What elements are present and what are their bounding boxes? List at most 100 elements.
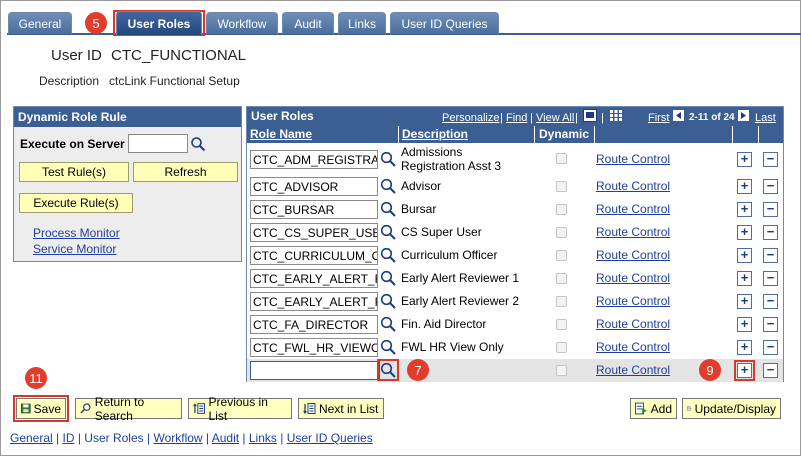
delete-row-button[interactable]: − <box>763 248 778 263</box>
dynamic-checkbox <box>556 273 567 284</box>
magnifier-icon[interactable] <box>379 315 397 333</box>
server-lookup-icon[interactable] <box>190 136 206 152</box>
callout-11: 11 <box>25 367 47 389</box>
bottom-link-general[interactable]: General <box>10 431 53 445</box>
magnifier-icon[interactable] <box>379 177 397 195</box>
tab-links[interactable]: Links <box>338 12 386 34</box>
save-label: Save <box>33 401 61 416</box>
role-name-input[interactable]: CTC_FWL_HR_VIEWO <box>250 338 378 357</box>
role-description: CS Super User <box>401 225 482 239</box>
add-button[interactable]: Add <box>630 398 677 419</box>
tab-user-roles[interactable]: User Roles <box>116 11 202 35</box>
save-button[interactable]: Save <box>16 398 66 419</box>
delete-row-button[interactable]: − <box>763 340 778 355</box>
personalize-link[interactable]: Personalize <box>442 112 499 124</box>
magnifier-icon[interactable] <box>379 292 397 310</box>
execute-on-server-input[interactable] <box>128 134 188 153</box>
dynamic-checkbox <box>556 227 567 238</box>
role-name-input[interactable]: CTC_BURSAR <box>250 200 378 219</box>
bottom-link-user-id-queries[interactable]: User ID Queries <box>287 431 373 445</box>
dynamic-checkbox <box>556 250 567 261</box>
next-in-list-button[interactable]: Next in List <box>298 398 384 419</box>
role-description: Admissions Registration Asst 3 <box>401 145 502 173</box>
view-all-link[interactable]: View All <box>536 112 574 124</box>
service-monitor-link[interactable]: Service Monitor <box>33 242 116 256</box>
add-row-button[interactable]: + <box>737 248 752 263</box>
return-to-search-button[interactable]: Return to Search <box>75 395 182 423</box>
table-row: CTC_BURSAR Bursar Route Control + − <box>247 198 783 221</box>
add-row-button[interactable]: + <box>737 317 752 332</box>
magnifier-icon[interactable] <box>379 269 397 287</box>
delete-row-button[interactable]: − <box>763 152 778 167</box>
role-name-input[interactable]: CTC_FA_DIRECTOR <box>250 315 378 334</box>
route-control-link[interactable]: Route Control <box>596 340 670 354</box>
role-name-input[interactable]: CTC_EARLY_ALERT_R <box>250 269 378 288</box>
bottom-link-workflow[interactable]: Workflow <box>153 431 202 445</box>
route-control-link[interactable]: Route Control <box>596 152 670 166</box>
route-control-link[interactable]: Route Control <box>596 294 670 308</box>
tab-audit[interactable]: Audit <box>282 12 334 34</box>
add-row-button[interactable]: + <box>737 294 752 309</box>
magnifier-icon[interactable] <box>379 200 397 218</box>
route-control-link[interactable]: Route Control <box>596 202 670 216</box>
route-control-link[interactable]: Route Control <box>596 271 670 285</box>
role-name-input[interactable]: CTC_CS_SUPER_USE <box>250 223 378 242</box>
delete-row-button[interactable]: − <box>763 179 778 194</box>
test-rules-button[interactable]: Test Rule(s) <box>19 162 129 182</box>
col-role-name[interactable]: Role Name <box>247 126 399 143</box>
description-label: Description <box>39 74 100 88</box>
add-row-button[interactable]: + <box>737 202 752 217</box>
new-role-name-input[interactable] <box>250 361 380 380</box>
magnifier-icon[interactable] <box>379 361 397 379</box>
bottom-link-user-roles: User Roles <box>84 431 144 445</box>
magnifier-icon[interactable] <box>379 150 397 168</box>
bottom-link-id[interactable]: ID <box>63 431 75 445</box>
delete-row-button[interactable]: − <box>763 202 778 217</box>
route-control-link[interactable]: Route Control <box>596 317 670 331</box>
add-row-button[interactable]: + <box>737 179 752 194</box>
role-description: Early Alert Reviewer 1 <box>401 271 520 285</box>
magnifier-icon[interactable] <box>379 338 397 356</box>
route-control-link[interactable]: Route Control <box>596 179 670 193</box>
delete-row-button[interactable]: − <box>763 271 778 286</box>
delete-row-button[interactable]: − <box>763 225 778 240</box>
table-row: CTC_EARLY_ALERT_R Early Alert Reviewer 2… <box>247 290 783 313</box>
add-row-button[interactable]: + <box>737 340 752 355</box>
bottom-link-links[interactable]: Links <box>249 431 277 445</box>
col-description[interactable]: Description <box>399 126 535 143</box>
tab-workflow[interactable]: Workflow <box>206 12 278 34</box>
refresh-button[interactable]: Refresh <box>133 162 238 182</box>
grid-view-icon[interactable] <box>609 109 623 122</box>
left-arrow-icon[interactable] <box>673 110 684 121</box>
first-link[interactable]: First <box>648 112 669 124</box>
magnifier-icon[interactable] <box>379 246 397 264</box>
delete-row-button[interactable]: − <box>763 294 778 309</box>
route-control-link[interactable]: Route Control <box>596 248 670 262</box>
role-name-input[interactable]: CTC_EARLY_ALERT_R <box>250 292 378 311</box>
role-name-input[interactable]: CTC_ADVISOR <box>250 177 378 196</box>
process-monitor-link[interactable]: Process Monitor <box>33 226 120 240</box>
role-name-input[interactable]: CTC_ADM_REGISTRA <box>250 150 378 169</box>
last-link[interactable]: Last <box>755 112 776 124</box>
find-link[interactable]: Find <box>506 112 527 124</box>
role-name-input[interactable]: CTC_CURRICULUM_O <box>250 246 378 265</box>
add-row-button[interactable]: + <box>737 225 752 240</box>
tab-user-id-queries[interactable]: User ID Queries <box>390 12 499 34</box>
add-row-button[interactable]: + <box>737 152 752 167</box>
execute-rules-button[interactable]: Execute Rule(s) <box>19 193 133 213</box>
route-control-link[interactable]: Route Control <box>596 363 670 377</box>
update-display-button[interactable]: Update/Display <box>682 398 781 419</box>
right-arrow-icon[interactable] <box>738 110 749 121</box>
add-row-button[interactable]: + <box>737 363 752 378</box>
route-control-link[interactable]: Route Control <box>596 225 670 239</box>
bottom-link-audit[interactable]: Audit <box>212 431 239 445</box>
download-icon[interactable] <box>583 109 597 122</box>
table-row: CTC_FWL_HR_VIEWO FWL HR View Only Route … <box>247 336 783 359</box>
magnifier-icon[interactable] <box>379 223 397 241</box>
delete-row-button[interactable]: − <box>763 363 778 378</box>
previous-in-list-button[interactable]: Previous in List <box>188 395 292 423</box>
add-row-button[interactable]: + <box>737 271 752 286</box>
update-display-label: Update/Display <box>694 401 776 416</box>
delete-row-button[interactable]: − <box>763 317 778 332</box>
tab-general[interactable]: General <box>8 12 72 34</box>
